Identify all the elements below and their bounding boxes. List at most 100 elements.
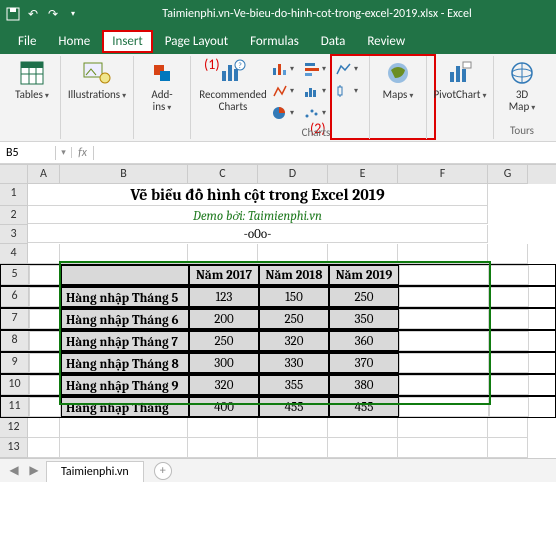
table-cell[interactable]: 360 <box>329 331 399 351</box>
addins-button[interactable]: Add- ins <box>140 58 184 114</box>
col-B[interactable]: B <box>60 165 188 184</box>
table-cell[interactable]: 150 <box>259 287 329 307</box>
row-6[interactable]: 6 <box>1 287 29 307</box>
sheet-tab[interactable]: Taimienphi.vn <box>46 461 144 482</box>
row-13[interactable]: 13 <box>0 438 28 458</box>
new-sheet-button[interactable]: + <box>154 462 172 480</box>
row-4[interactable]: 4 <box>0 244 28 264</box>
namebox-dropdown-icon[interactable]: ▾ <box>56 147 72 158</box>
select-all-corner[interactable] <box>0 165 28 184</box>
pie-chart-icon[interactable] <box>271 104 295 122</box>
fx-icon[interactable] <box>72 146 94 160</box>
table-row-label[interactable]: Hàng nhập Tháng 6 <box>61 309 189 329</box>
table-cell[interactable]: 455 <box>259 397 329 417</box>
sheet-divider-text[interactable]: -o0o- <box>28 225 488 243</box>
table-cell[interactable]: 350 <box>329 309 399 329</box>
col-F[interactable]: F <box>398 165 488 184</box>
table-cell[interactable]: 200 <box>189 309 259 329</box>
tab-file[interactable]: File <box>8 30 46 53</box>
group-charts: ? Recommended Charts Charts <box>191 56 370 139</box>
row-7[interactable]: 7 <box>1 309 29 329</box>
recommended-charts-button[interactable]: ? Recommended Charts <box>197 58 269 113</box>
tab-review[interactable]: Review <box>357 30 415 53</box>
qat-dropdown-icon[interactable]: ▾ <box>64 5 82 23</box>
col-D[interactable]: D <box>258 165 328 184</box>
name-box[interactable]: B5 <box>0 146 56 160</box>
group-addins: Add- ins <box>134 56 191 139</box>
tbl-h1[interactable]: Năm 2017 <box>189 265 259 285</box>
sheet-nav-prev-icon[interactable]: ◀ <box>6 463 22 478</box>
tab-page-layout[interactable]: Page Layout <box>155 30 238 53</box>
illustrations-button[interactable]: Illustrations <box>67 58 127 102</box>
col-E[interactable]: E <box>328 165 398 184</box>
sheet-subtitle[interactable]: Demo bởi: Taimienphi.vn <box>28 206 488 224</box>
col-G[interactable]: G <box>488 165 528 184</box>
table-row-label[interactable]: Hàng nhập Tháng 10 <box>61 397 189 417</box>
row-10[interactable]: 10 <box>1 375 29 395</box>
table-cell[interactable]: 370 <box>329 353 399 373</box>
maps-button[interactable]: Maps <box>376 58 420 102</box>
tbl-h2[interactable]: Năm 2018 <box>259 265 329 285</box>
tab-data[interactable]: Data <box>311 30 356 53</box>
row-12[interactable]: 12 <box>0 418 28 438</box>
line-chart-icon[interactable] <box>335 60 359 78</box>
row-5[interactable]: 5 <box>1 265 29 285</box>
scatter-chart-icon[interactable] <box>303 104 327 122</box>
table-cell[interactable]: 455 <box>329 397 399 417</box>
tab-home[interactable]: Home <box>48 30 100 53</box>
illustrations-icon <box>82 58 112 88</box>
3dmap-button[interactable]: 3D Map <box>500 58 544 114</box>
save-icon[interactable] <box>4 5 22 23</box>
tables-button[interactable]: Tables <box>10 58 54 102</box>
table-row-label[interactable]: Hàng nhập Tháng 7 <box>61 331 189 351</box>
table-cell[interactable]: 250 <box>189 331 259 351</box>
table-cell[interactable]: 320 <box>259 331 329 351</box>
stock-chart-icon[interactable] <box>271 82 295 100</box>
row-2[interactable]: 2 <box>0 206 28 225</box>
sheet-title[interactable]: Vẽ biểu đồ hình cột trong Excel 2019 <box>28 184 488 206</box>
table-cell[interactable]: 123 <box>189 287 259 307</box>
col-C[interactable]: C <box>188 165 258 184</box>
addins-label: Add- ins <box>151 89 172 114</box>
quick-access-toolbar: ↶ ↷ ▾ <box>4 5 82 23</box>
row-8[interactable]: 8 <box>1 331 29 351</box>
undo-icon[interactable]: ↶ <box>24 5 42 23</box>
table-cell[interactable]: 250 <box>329 287 399 307</box>
group-tables: Tables <box>4 56 61 139</box>
table-cell[interactable]: 320 <box>189 375 259 395</box>
formula-bar-row: B5 ▾ <box>0 142 556 164</box>
tours-group-label: Tours <box>510 124 534 137</box>
tbl-h0[interactable] <box>61 265 189 285</box>
table-cell[interactable]: 355 <box>259 375 329 395</box>
table-cell[interactable]: 330 <box>259 353 329 373</box>
redo-icon[interactable]: ↷ <box>44 5 62 23</box>
statistic-chart-icon[interactable] <box>335 82 359 100</box>
table-cell[interactable]: 380 <box>329 375 399 395</box>
pivotchart-button[interactable]: PivotChart <box>433 58 487 102</box>
table-row-label[interactable]: Hàng nhập Tháng 8 <box>61 353 189 373</box>
table-cell[interactable]: 300 <box>189 353 259 373</box>
bar-chart-icon[interactable] <box>303 60 327 78</box>
tbl-h3[interactable]: Năm 2019 <box>329 265 399 285</box>
illustrations-label: Illustrations <box>68 89 126 102</box>
row-1[interactable]: 1 <box>0 184 28 206</box>
tab-formulas[interactable]: Formulas <box>240 30 309 53</box>
tab-insert[interactable]: Insert <box>102 30 153 53</box>
table-icon <box>17 58 47 88</box>
row-11[interactable]: 11 <box>1 397 29 417</box>
col-A[interactable]: A <box>28 165 60 184</box>
table-row-label[interactable]: Hàng nhập Tháng 5 <box>61 287 189 307</box>
row-3[interactable]: 3 <box>0 225 28 244</box>
worksheet[interactable]: A B C D E F G 1 Vẽ biểu đồ hình cột tron… <box>0 164 556 458</box>
column-chart-icon[interactable] <box>271 60 295 78</box>
maps-icon <box>383 58 413 88</box>
sheet-nav-next-icon[interactable]: ▶ <box>26 463 42 478</box>
table-cell[interactable]: 400 <box>189 397 259 417</box>
group-illustrations: Illustrations <box>61 56 134 139</box>
recommended-charts-icon: ? <box>218 58 248 88</box>
table-cell[interactable]: 250 <box>259 309 329 329</box>
hierarchy-chart-icon[interactable] <box>303 82 327 100</box>
row-9[interactable]: 9 <box>1 353 29 373</box>
tables-label: Tables <box>15 89 49 102</box>
table-row-label[interactable]: Hàng nhập Tháng 9 <box>61 375 189 395</box>
